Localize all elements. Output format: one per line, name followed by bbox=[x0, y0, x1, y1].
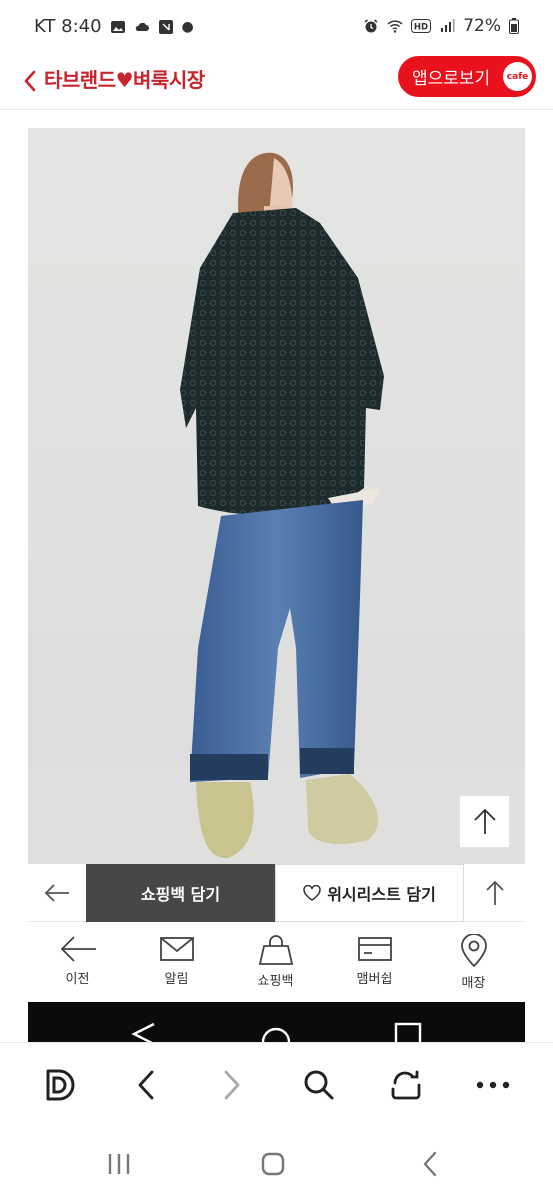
status-left: KT 8:40 ● bbox=[34, 16, 194, 37]
browser-forward-button[interactable] bbox=[212, 1065, 252, 1105]
browser-back-button[interactable] bbox=[126, 1065, 166, 1105]
recents-icon bbox=[108, 1154, 130, 1174]
image-icon bbox=[110, 20, 125, 33]
product-image bbox=[28, 128, 525, 864]
scroll-to-top-button[interactable] bbox=[459, 795, 510, 848]
tabs-icon bbox=[391, 1070, 421, 1100]
browser-search-button[interactable] bbox=[299, 1065, 339, 1105]
cafe-header: 타브랜드♥벼룩시장 앱으로보기 cafe bbox=[0, 54, 553, 110]
system-nav-bar bbox=[0, 1126, 553, 1200]
status-right: HD 72% bbox=[363, 16, 519, 36]
nav-item-membership[interactable]: 맴버쉽 bbox=[325, 922, 424, 1002]
bottom-nav: 이전 알림 쇼핑백 맴버쉽 매장 bbox=[28, 922, 525, 1002]
arrow-left-icon bbox=[44, 884, 69, 902]
arrow-up-icon bbox=[485, 880, 504, 905]
system-back-button[interactable] bbox=[410, 1150, 450, 1178]
battery-icon bbox=[509, 18, 519, 34]
nav-label: 이전 bbox=[65, 972, 90, 987]
nav-label: 쇼핑백 bbox=[257, 974, 294, 989]
location-pin-icon bbox=[460, 934, 487, 968]
svg-text:HD: HD bbox=[414, 23, 428, 33]
nav-label: 매장 bbox=[461, 976, 486, 991]
add-to-wishlist-button[interactable]: 위시리스트 담기 bbox=[275, 864, 464, 922]
d-logo-icon bbox=[46, 1069, 75, 1101]
nav-label: 맴버쉽 bbox=[356, 972, 393, 987]
nfc-icon bbox=[158, 19, 173, 34]
hd-icon: HD bbox=[411, 19, 432, 33]
back-icon bbox=[423, 1151, 437, 1177]
add-to-wishlist-label: 위시리스트 담기 bbox=[327, 885, 436, 904]
browser-tabs-button[interactable] bbox=[386, 1065, 426, 1105]
dot-icon: ● bbox=[181, 18, 194, 35]
arrow-up-icon bbox=[473, 808, 496, 834]
open-app-label: 앱으로보기 bbox=[412, 69, 491, 89]
add-to-cart-button[interactable]: 쇼핑백 담기 bbox=[86, 864, 275, 922]
back-chevron-icon[interactable] bbox=[20, 66, 42, 96]
status-bar: KT 8:40 ● HD 72% bbox=[0, 0, 553, 54]
back-arrow-icon bbox=[60, 936, 96, 962]
go-top-button[interactable] bbox=[464, 864, 525, 922]
nav-item-shopping-bag[interactable]: 쇼핑백 bbox=[226, 922, 325, 1002]
signal-icon bbox=[441, 19, 455, 32]
product-action-bar: 쇼핑백 담기 위시리스트 담기 bbox=[28, 864, 525, 922]
heart-icon bbox=[303, 885, 321, 901]
previous-button[interactable] bbox=[28, 864, 86, 922]
shopping-bag-icon bbox=[258, 935, 293, 965]
forward-icon bbox=[224, 1070, 240, 1100]
model-photo bbox=[28, 128, 525, 864]
cafe-badge: cafe bbox=[503, 62, 532, 91]
more-icon bbox=[476, 1081, 510, 1089]
card-icon bbox=[357, 937, 392, 961]
home-button[interactable] bbox=[253, 1150, 293, 1178]
recents-button[interactable] bbox=[99, 1150, 139, 1178]
embedded-nav-strip bbox=[28, 1002, 525, 1042]
nav-item-previous[interactable]: 이전 bbox=[28, 922, 127, 1002]
mail-icon bbox=[159, 937, 194, 961]
wifi-icon bbox=[387, 20, 403, 33]
browser-more-button[interactable] bbox=[473, 1065, 513, 1105]
battery-percent: 72% bbox=[463, 16, 501, 36]
nav-label: 알림 bbox=[164, 972, 189, 987]
cafe-title[interactable]: 타브랜드♥벼룩시장 bbox=[44, 64, 205, 93]
home-icon bbox=[261, 1152, 285, 1176]
add-to-cart-label: 쇼핑백 담기 bbox=[140, 885, 221, 904]
d-logo-button[interactable] bbox=[40, 1065, 80, 1105]
carrier-time: KT 8:40 bbox=[34, 16, 102, 37]
nav-item-store[interactable]: 매장 bbox=[424, 922, 523, 1002]
browser-toolbar bbox=[0, 1042, 553, 1126]
search-icon bbox=[304, 1070, 334, 1100]
back-icon bbox=[138, 1070, 154, 1100]
embedded-nav-icons bbox=[131, 1022, 422, 1042]
alarm-icon bbox=[364, 19, 378, 33]
nav-item-alerts[interactable]: 알림 bbox=[127, 922, 226, 1002]
open-app-button[interactable]: 앱으로보기 cafe bbox=[398, 56, 536, 97]
cloud-icon bbox=[135, 22, 149, 31]
